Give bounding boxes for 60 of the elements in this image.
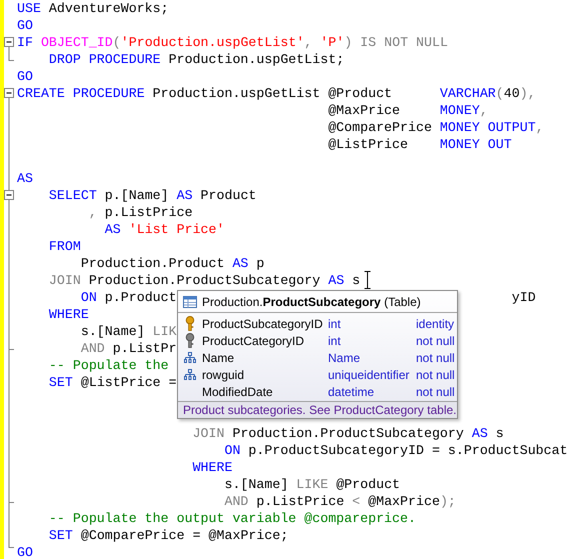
- column-name: rowguid: [202, 366, 246, 384]
- code-line: Production.Product AS p: [80, 255, 264, 272]
- code-line: JOIN Production.ProductSubcategory AS s: [192, 425, 504, 442]
- collapse-icon[interactable]: [4, 88, 14, 98]
- key-icon: [185, 333, 195, 348]
- code-line: -- Populate the: [48, 357, 169, 374]
- column-constraint: identity: [416, 316, 454, 332]
- tooltip-title: Production.ProductSubcategory (Table): [202, 294, 421, 310]
- code-line: AS: [17, 170, 33, 187]
- code-line: ON p.Product: [80, 289, 177, 306]
- hierarchy-icon: [184, 369, 196, 380]
- code-line: GO: [17, 17, 33, 34]
- code-line: USE AdventureWorks;: [17, 0, 169, 17]
- column-type: int: [328, 316, 342, 332]
- code-line: -- Populate the output variable @compareprice.: [48, 510, 416, 527]
- column-constraint: not null: [416, 332, 455, 350]
- code-line: GO: [17, 68, 33, 85]
- column-name: ModifiedDate: [202, 384, 274, 400]
- code-line: SELECT p.[Name] AS Product: [48, 187, 256, 204]
- code-line: @MaxPrice MONEY,: [328, 102, 488, 119]
- code-line: AND p.ListPrice < @MaxPrice);: [224, 493, 456, 510]
- column-name: Name: [202, 350, 236, 366]
- collapse-icon[interactable]: [4, 37, 14, 47]
- tooltip-description: Product subcategories. See ProductCategory table.: [183, 402, 456, 419]
- fold-tick: [8, 502, 14, 503]
- code-line: FROM: [48, 238, 81, 255]
- code-line: s.[Name] LIKE @Product: [224, 476, 400, 493]
- column-type: uniqueidentifier: [328, 366, 410, 384]
- code-line: @ListPrice MONEY OUT: [328, 136, 512, 153]
- table-icon: [183, 296, 197, 308]
- text-cursor-icon: [364, 271, 371, 289]
- fold-tick: [8, 349, 14, 350]
- code-line: SET @ListPrice =: [48, 374, 177, 391]
- column-type: datetime: [328, 384, 376, 400]
- code-line: WHERE: [48, 306, 89, 323]
- column-type: Name: [328, 350, 362, 366]
- code-line: CREATE PROCEDURE Production.uspGetList @Product VARCHAR(40),: [17, 85, 536, 102]
- code-line: WHERE: [192, 459, 232, 476]
- code-line: ON p.ProductSubcategoryID = s.ProductSubcat: [224, 442, 568, 459]
- hierarchy-icon: [184, 352, 196, 363]
- code-line: JOIN Production.ProductSubcategory AS s: [48, 272, 360, 289]
- column-constraint: not null: [416, 350, 455, 366]
- code-line: @ComparePrice MONEY OUTPUT,: [328, 119, 544, 136]
- code-line: yID: [512, 289, 536, 306]
- column-name: ProductSubcategoryID: [202, 316, 324, 332]
- code-line: DROP PROCEDURE Production.uspGetList;: [48, 51, 344, 68]
- code-line: IF OBJECT_ID('Production.uspGetList', 'P') IS NOT NULL: [17, 34, 448, 51]
- code-line: AS 'List Price': [104, 221, 224, 238]
- key-icon: [185, 316, 195, 331]
- column-constraint: not null: [416, 384, 455, 400]
- column-type: int: [328, 332, 342, 350]
- code-line: GO: [17, 544, 33, 559]
- column-constraint: not null: [416, 366, 455, 384]
- code-line: s.[Name] LIK: [80, 323, 177, 340]
- code-line: , p.ListPrice: [88, 204, 193, 221]
- code-line: SET @ComparePrice = @MaxPrice;: [48, 527, 288, 544]
- code-line: AND p.ListPr: [80, 340, 177, 357]
- column-name: ProductCategoryID: [202, 332, 306, 350]
- fold-line: [8, 47, 14, 61]
- collapse-icon[interactable]: [4, 190, 14, 200]
